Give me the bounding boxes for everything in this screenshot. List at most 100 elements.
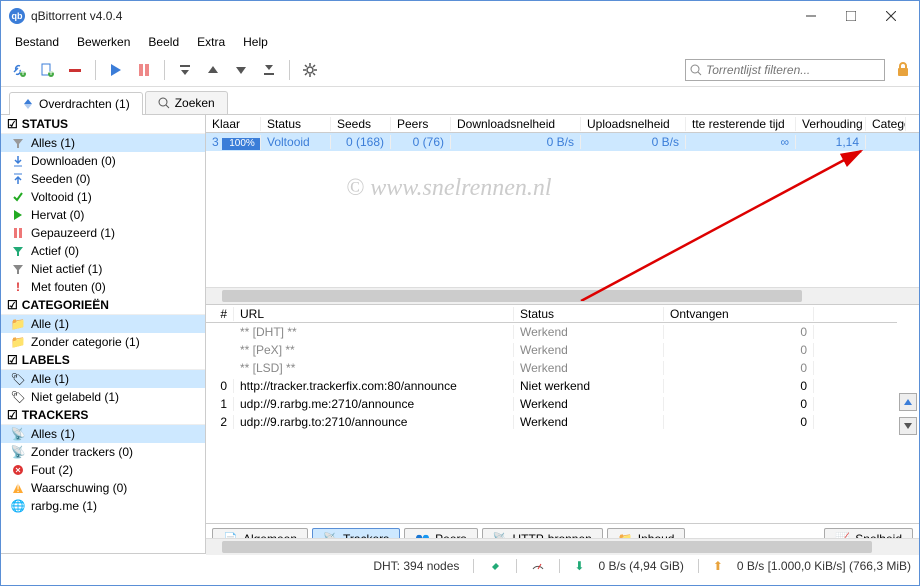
col-ul[interactable]: Uploadsnelheid [581, 117, 686, 131]
watermark: © www.snelrennen.nl [346, 175, 552, 202]
sidebar-tracker-rarbg[interactable]: 🌐rarbg.me (1) [1, 497, 205, 515]
sidebar-item-inactive[interactable]: Niet actief (1) [1, 260, 205, 278]
col-ontvangen[interactable]: Ontvangen [664, 307, 814, 321]
dht-status: DHT: 394 nodes [373, 559, 459, 573]
col-ratio[interactable]: Verhouding [796, 117, 866, 131]
download-icon [11, 154, 25, 168]
close-button[interactable] [871, 2, 911, 30]
sidebar-tracker-none[interactable]: 📡Zonder trackers (0) [1, 443, 205, 461]
col-klaar[interactable]: Klaar [206, 117, 261, 131]
tracker-row[interactable]: ** [DHT] **Werkend0 [206, 323, 897, 341]
menu-bewerken[interactable]: Bewerken [69, 33, 138, 51]
tracker-row[interactable]: 0http://tracker.trackerfix.com:80/announ… [206, 377, 897, 395]
tracker-header[interactable]: # URL Status Ontvangen [206, 305, 897, 323]
sidebar-tracker-error[interactable]: Fout (2) [1, 461, 205, 479]
maximize-button[interactable] [831, 2, 871, 30]
tracker-row[interactable]: ** [LSD] **Werkend0 [206, 359, 897, 377]
group-status[interactable]: ☑STATUS [1, 115, 205, 134]
col-peers[interactable]: Peers [391, 117, 451, 131]
statusbar: DHT: 394 nodes ⬇ 0 B/s (4,94 GiB) ⬆ 0 B/… [1, 553, 919, 577]
sidebar-item-completed[interactable]: Voltooid (1) [1, 188, 205, 206]
sidebar-label-all[interactable]: 🏷Alle (1) [1, 370, 205, 388]
col-dl[interactable]: Downloadsnelheid [451, 117, 581, 131]
sidebar-item-active[interactable]: Actief (0) [1, 242, 205, 260]
menu-extra[interactable]: Extra [189, 33, 233, 51]
menu-bestand[interactable]: Bestand [7, 33, 67, 51]
remove-button[interactable] [63, 58, 87, 82]
sidebar-item-downloading[interactable]: Downloaden (0) [1, 152, 205, 170]
col-status[interactable]: Status [261, 117, 331, 131]
col-tstatus[interactable]: Status [514, 307, 664, 321]
tracker-row[interactable]: 2udp://9.rarbg.to:2710/announceWerkend0 [206, 413, 897, 431]
sidebar: ☑STATUS Alles (1) Downloaden (0) Seeden … [1, 115, 206, 553]
tab-search[interactable]: Zoeken [145, 91, 228, 114]
svg-text:!: ! [16, 281, 20, 293]
sidebar-item-all[interactable]: Alles (1) [1, 134, 205, 152]
col-cat[interactable]: Catego [866, 117, 906, 131]
network-icon: 📡 [11, 427, 25, 441]
group-trackers[interactable]: ☑TRACKERS [1, 406, 205, 425]
sidebar-item-errored[interactable]: !Met fouten (0) [1, 278, 205, 296]
col-num[interactable]: # [206, 307, 234, 321]
sidebar-tracker-all[interactable]: 📡Alles (1) [1, 425, 205, 443]
filter-inactive-icon [11, 262, 25, 276]
group-categories[interactable]: ☑CATEGORIEËN [1, 296, 205, 315]
settings-button[interactable] [298, 58, 322, 82]
filter-input-box[interactable] [685, 59, 885, 81]
h-scrollbar[interactable] [206, 287, 919, 304]
tag-icon: 🏷 [11, 390, 25, 404]
col-url[interactable]: URL [234, 307, 514, 321]
sidebar-tracker-warning[interactable]: !Waarschuwing (0) [1, 479, 205, 497]
move-tracker-up-button[interactable] [899, 393, 917, 411]
torrent-row[interactable]: 3 100% Voltooid 0 (168) 0 (76) 0 B/s 0 B… [206, 133, 919, 151]
svg-text:+: + [47, 65, 54, 78]
menu-beeld[interactable]: Beeld [140, 33, 187, 51]
sidebar-label-none[interactable]: 🏷Niet gelabeld (1) [1, 388, 205, 406]
tab-transfers-label: Overdrachten (1) [39, 97, 130, 111]
tracker-row[interactable]: ** [PeX] **Werkend0 [206, 341, 897, 359]
filter-input[interactable] [706, 63, 880, 77]
minimize-button[interactable] [791, 2, 831, 30]
warning-icon: ! [11, 481, 25, 495]
sidebar-item-seeding[interactable]: Seeden (0) [1, 170, 205, 188]
menu-help[interactable]: Help [235, 33, 276, 51]
move-down-button[interactable] [229, 58, 253, 82]
toolbar: + + [1, 53, 919, 87]
filter-icon [11, 136, 25, 150]
sidebar-item-paused[interactable]: Gepauzeerd (1) [1, 224, 205, 242]
svg-text:+: + [19, 65, 26, 78]
col-seeds[interactable]: Seeds [331, 117, 391, 131]
titlebar: qb qBittorrent v4.0.4 [1, 1, 919, 31]
move-top-button[interactable] [173, 58, 197, 82]
error-circle-icon [11, 463, 25, 477]
plug-icon [488, 559, 502, 573]
speedometer-icon[interactable] [531, 559, 545, 573]
tracker-row[interactable]: 1udp://9.rarbg.me:2710/announceWerkend0 [206, 395, 897, 413]
network-off-icon: 📡 [11, 445, 25, 459]
move-up-button[interactable] [201, 58, 225, 82]
app-icon: qb [9, 8, 25, 24]
move-bottom-button[interactable] [257, 58, 281, 82]
play-icon [11, 208, 25, 222]
col-eta[interactable]: tte resterende tijd [686, 117, 796, 131]
sidebar-item-resumed[interactable]: Hervat (0) [1, 206, 205, 224]
tab-transfers[interactable]: Overdrachten (1) [9, 92, 143, 115]
group-labels[interactable]: ☑LABELS [1, 351, 205, 370]
tracker-table: # URL Status Ontvangen ** [DHT] **Werken… [206, 305, 897, 523]
move-tracker-down-button[interactable] [899, 417, 917, 435]
down-arrow-icon: ⬇ [574, 559, 584, 573]
sidebar-cat-none[interactable]: 📁Zonder categorie (1) [1, 333, 205, 351]
add-link-button[interactable]: + [7, 58, 31, 82]
torrent-header[interactable]: Klaar Status Seeds Peers Downloadsnelhei… [206, 115, 919, 133]
dl-speed: 0 B/s (4,94 GiB) [598, 559, 683, 573]
window-title: qBittorrent v4.0.4 [31, 9, 791, 23]
lock-icon[interactable] [895, 61, 913, 79]
add-file-button[interactable]: + [35, 58, 59, 82]
main-tabs: Overdrachten (1) Zoeken [1, 87, 919, 115]
resume-button[interactable] [104, 58, 128, 82]
menubar: Bestand Bewerken Beeld Extra Help [1, 31, 919, 53]
sidebar-cat-all[interactable]: 📁Alle (1) [1, 315, 205, 333]
pause-button[interactable] [132, 58, 156, 82]
globe-icon: 🌐 [11, 499, 25, 513]
folder-icon: 📁 [11, 317, 25, 331]
